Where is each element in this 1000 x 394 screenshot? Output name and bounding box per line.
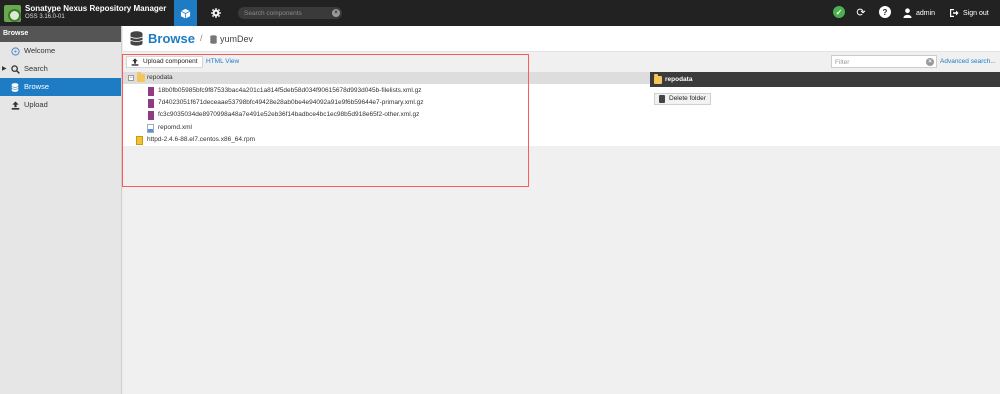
xml-file-icon (147, 124, 154, 133)
system-status-icon[interactable]: ✓ (833, 6, 845, 18)
collapse-toggle-icon[interactable]: − (128, 75, 134, 81)
upload-icon (131, 58, 139, 66)
rpm-package-icon (136, 136, 143, 145)
help-icon[interactable]: ? (879, 6, 891, 18)
nexus-logo-icon (4, 4, 21, 22)
tree-node-file[interactable]: 7d4023051f671deceaae53798bfc49428e28ab0b… (123, 97, 650, 109)
expand-caret-icon[interactable]: ▶ (2, 60, 7, 78)
breadcrumb-browse-link[interactable]: Browse (148, 31, 195, 46)
detail-title: repodata (665, 76, 693, 83)
sidebar-item-search[interactable]: ▶ Search (0, 60, 121, 78)
archive-file-icon (148, 111, 154, 120)
administration-button[interactable] (206, 0, 226, 26)
detail-panel-header: repodata (650, 72, 1000, 87)
repository-icon (210, 35, 217, 44)
sidebar-item-label: Welcome (24, 46, 56, 55)
search-components-input[interactable] (244, 8, 330, 18)
sidebar-header: Browse (0, 26, 121, 42)
compass-icon (10, 42, 20, 60)
username: admin (916, 9, 936, 17)
search-clear-icon[interactable]: × (332, 9, 340, 17)
upload-component-label: Upload component (143, 58, 198, 65)
sidebar-item-label: Browse (24, 82, 50, 91)
html-view-link[interactable]: HTML View (206, 58, 239, 65)
breadcrumb-repository: yumDev (220, 34, 254, 44)
gear-icon (211, 8, 221, 18)
refresh-icon[interactable]: ⟳ (855, 6, 867, 19)
folder-open-icon (137, 72, 145, 82)
sidebar: Browse Welcome ▶ Search Browse Upload (0, 26, 122, 394)
sidebar-item-upload[interactable]: Upload (0, 96, 121, 114)
tree-node-label: repodata (147, 74, 173, 81)
breadcrumb: Browse / yumDev (123, 26, 1000, 52)
user-icon (903, 8, 912, 18)
tree-node-label: httpd-2.4.6-88.el7.centos.x86_64.rpm (147, 136, 256, 143)
upload-component-button[interactable]: Upload component (126, 56, 203, 68)
filter-box: × (831, 55, 937, 68)
user-menu[interactable]: admin (903, 0, 935, 26)
brand[interactable]: Sonatype Nexus Repository Manager OSS 3.… (0, 0, 166, 26)
tree-node-label: 18b0fb05985bfc9f87533bac4a201c1a814f5deb… (158, 87, 422, 94)
delete-folder-button[interactable]: Delete folder (654, 93, 711, 105)
browse-mode-button[interactable] (174, 0, 197, 26)
sign-out-label: Sign out (963, 9, 989, 17)
app-title: Sonatype Nexus Repository Manager (25, 4, 167, 13)
main-content: Browse / yumDev Upload component HTML Vi… (123, 26, 1000, 394)
folder-icon (654, 74, 662, 84)
tree-node-file[interactable]: httpd-2.4.6-88.el7.centos.x86_64.rpm (123, 134, 650, 146)
sign-out-button[interactable]: Sign out (949, 0, 989, 26)
sidebar-item-label: Upload (24, 100, 48, 109)
sidebar-item-browse[interactable]: Browse (0, 78, 121, 96)
tree-node-label: repomd.xml (158, 124, 192, 131)
delete-folder-label: Delete folder (669, 95, 706, 102)
tree-node-file[interactable]: fc3c9035034de8970998a48a7e491e52eb36f14b… (123, 109, 650, 121)
upload-icon (10, 96, 20, 114)
database-icon (130, 31, 143, 46)
database-icon (10, 78, 20, 96)
tree-node-file[interactable]: repomd.xml (123, 122, 650, 134)
search-icon (10, 60, 20, 78)
tree-node-file[interactable]: 18b0fb05985bfc9f87533bac4a201c1a814f5deb… (123, 85, 650, 97)
component-tree: − repodata 18b0fb05985bfc9f87533bac4a201… (123, 72, 650, 146)
global-search: × (238, 7, 342, 19)
tree-node-label: fc3c9035034de8970998a48a7e491e52eb36f14b… (158, 111, 420, 118)
detail-panel: Delete folder (650, 87, 1000, 146)
top-header: Sonatype Nexus Repository Manager OSS 3.… (0, 0, 1000, 26)
advanced-search-link[interactable]: Advanced search... (940, 58, 996, 65)
tree-node-folder[interactable]: − repodata (123, 72, 650, 84)
tree-node-label: 7d4023051f671deceaae53798bfc49428e28ab0b… (158, 99, 424, 106)
archive-file-icon (148, 87, 154, 96)
trash-icon (659, 95, 665, 103)
archive-file-icon (148, 99, 154, 108)
sidebar-item-label: Search (24, 64, 48, 73)
sidebar-item-welcome[interactable]: Welcome (0, 42, 121, 60)
filter-input[interactable] (835, 57, 923, 67)
app-version: OSS 3.16.0-01 (25, 14, 65, 20)
filter-clear-icon[interactable]: × (926, 58, 934, 66)
cube-icon (180, 8, 191, 19)
sign-out-icon (950, 9, 959, 17)
breadcrumb-separator: / (200, 33, 203, 43)
